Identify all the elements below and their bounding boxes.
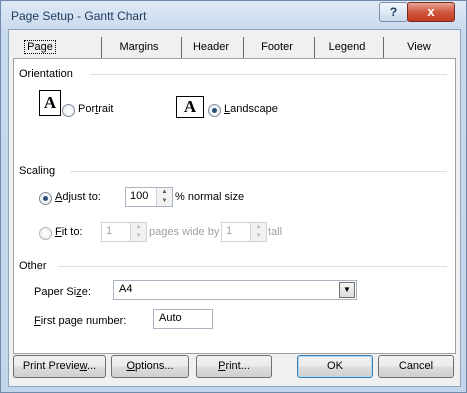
window-title: Page Setup - Gantt Chart [11,9,147,23]
adjust-to-label[interactable]: Adjust to: [55,191,101,203]
tab-header[interactable]: Header [181,37,240,58]
portrait-label[interactable]: Portrait [78,103,113,115]
fit-wide-suffix: pages wide by [149,226,220,238]
ok-button[interactable]: OK [297,355,373,378]
tab-footer[interactable]: Footer [243,37,310,58]
tab-legend[interactable]: Legend [314,37,379,58]
help-button[interactable]: ? [379,2,408,22]
spin-down-icon[interactable]: ▼ [157,197,172,206]
title-bar[interactable]: Page Setup - Gantt Chart ? x [1,1,466,31]
fit-tall-spinner[interactable]: 1 ▲ ▼ [221,222,267,242]
options-button[interactable]: Options... [111,355,189,378]
tab-page[interactable]: Page [13,37,67,58]
tab-view[interactable]: View [383,37,454,58]
landscape-label[interactable]: Landscape [224,103,278,115]
paper-size-select[interactable]: A4 ▼ [113,280,357,300]
print-preview-button[interactable]: Print Preview... [13,355,106,378]
fit-tall-suffix: tall [268,226,283,238]
first-page-value: Auto [159,312,182,324]
dialog-window: Page Setup - Gantt Chart ? x Page Margin… [0,0,467,393]
print-button[interactable]: Print... [196,355,272,378]
first-page-label: First page number: [34,315,127,327]
fit-to-radio[interactable] [39,227,52,240]
other-divider [58,266,447,267]
fit-wide-spinner[interactable]: 1 ▲ ▼ [101,222,147,242]
spin-up-icon[interactable]: ▲ [131,223,146,232]
fit-wide-value: 1 [106,225,113,237]
close-button[interactable]: x [407,2,455,22]
scaling-divider [70,171,447,172]
adjust-to-radio[interactable] [39,192,52,205]
tab-strip: Page Margins Header Footer Legend View [13,37,453,59]
other-heading: Other [19,260,47,272]
landscape-paper-icon: A [176,96,204,118]
fit-tall-value: 1 [226,225,233,237]
spin-up-icon[interactable]: ▲ [157,188,172,197]
paper-size-label: Paper Size: [34,286,91,298]
spin-down-icon[interactable]: ▼ [131,232,146,241]
adjust-suffix-label: % normal size [175,191,245,203]
orientation-divider [90,74,447,75]
landscape-radio[interactable] [208,104,221,117]
fit-to-label[interactable]: Fit to: [55,226,83,238]
first-page-input[interactable]: Auto [153,309,213,329]
scaling-heading: Scaling [19,165,56,177]
portrait-radio[interactable] [62,104,75,117]
chevron-down-icon[interactable]: ▼ [339,282,355,298]
page-tab-panel: Orientation A Portrait A Landscape Scali… [13,58,456,354]
adjust-percent-value: 100 [130,190,149,202]
orientation-heading: Orientation [19,68,73,80]
adjust-percent-spinner[interactable]: 100 ▲ ▼ [125,187,173,207]
cancel-button[interactable]: Cancel [378,355,454,378]
portrait-paper-icon: A [39,90,61,116]
tab-margins[interactable]: Margins [101,37,176,58]
dialog-client-area: Page Margins Header Footer Legend View O… [8,29,461,387]
paper-size-value: A4 [119,283,133,295]
spin-down-icon[interactable]: ▼ [251,232,266,241]
spin-up-icon[interactable]: ▲ [251,223,266,232]
